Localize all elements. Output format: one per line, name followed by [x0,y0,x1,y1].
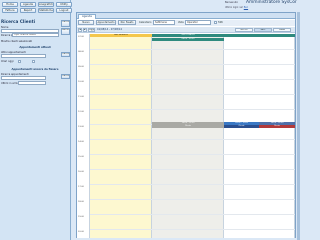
hour-line [90,94,295,95]
calendar-grid: 07:00 08:00 09:00 10:00 11:00 12:00 13:0… [77,34,295,238]
calendar-event[interactable]: 08:00 - 09:00 [152,38,224,41]
event-time: 08:00 - 09:00 [181,38,195,40]
appointments-count-input[interactable] [1,54,46,58]
hour-line [90,199,295,200]
hour-label: 15:00 [78,156,84,158]
hour-line [90,184,295,185]
day-column-header: Mer 06/08/14 [90,34,152,37]
event-subtitle: Cliente [224,125,259,128]
view-month-button[interactable]: Mese [273,28,291,32]
nav-home-button[interactable]: Home [2,2,18,7]
hour-line [90,139,295,140]
hour-line [90,79,295,80]
appointments-checkbox[interactable] [18,60,21,63]
hour-label: 10:00 [78,81,84,83]
hour-label: 17:00 [78,186,84,188]
hour-line [90,169,295,170]
mode-label: Calendario [139,21,152,24]
last-login-text: Ultimo login: ieri [225,6,244,9]
hour-label: 11:00 [78,96,84,98]
day-column-header: Gio 07/08/14 [152,34,224,37]
tab-agenda[interactable]: Agenda [78,14,96,19]
search-title: Ricerca Clienti [1,19,36,24]
appointments-check-label: Orari oggi [1,60,14,63]
not-fixed-button[interactable]: Non fissato [118,20,136,25]
hour-label: 20:00 [78,231,84,233]
all-checkbox[interactable] [214,21,217,24]
calendar-event[interactable]: 14:00 - 15:00 Cliente [259,122,295,128]
all-checkbox-label: Tutti [218,21,223,24]
calendar-event[interactable]: 14:00 - 15:00 Cliente [224,122,259,128]
nav-anagrafiche-button[interactable]: Anagrafiche [38,2,54,7]
hour-label: 19:00 [78,216,84,218]
nav-fatture-button[interactable]: Fatture [2,8,18,13]
hour-label: 07:00 [78,36,84,38]
hour-line [90,154,295,155]
tab-bar: Agenda [77,13,295,19]
future-appointments-search-button[interactable]: Cerca [61,74,70,79]
future-appointments-input[interactable] [1,76,46,80]
view-week-button[interactable]: Sett. [254,28,272,32]
hour-label: 12:00 [78,111,84,113]
appointment-button[interactable]: Appuntamento [96,20,116,25]
view-label: Vista [178,21,184,24]
calendar-event[interactable]: 14:00 - 15:00 Cliente [152,122,224,128]
nav-utility-button[interactable]: Utility [56,2,72,7]
future-last-input[interactable] [18,81,46,85]
user-info: Ultimo login: ieri Esci [225,6,248,9]
nav-statistiche-button[interactable]: Statistiche [38,8,54,13]
hour-line [90,49,295,50]
search-options-label: Mostra clienti selezionati [1,40,33,43]
mode-select[interactable]: Settimana [153,20,175,25]
hour-line [90,109,295,110]
welcome-label: Benvenuto [225,1,238,4]
nav-logout-button[interactable]: Logout [56,8,72,13]
hour-label: 14:00 [78,141,84,143]
left-panel: Home Agenda Anagrafiche Fatture Report S… [0,0,72,240]
search-type-select[interactable]: Tipo ricerca clienti [12,33,59,37]
hour-label: 08:00 [78,51,84,53]
hour-label: 13:00 [78,126,84,128]
agenda-toolbar: Nuovo Appuntamento Non fissato Calendari… [77,20,295,26]
exit-link[interactable]: Esci [244,6,248,9]
hours-column: 07:00 08:00 09:00 10:00 11:00 12:00 13:0… [77,34,90,238]
agenda-panel: Agenda Nuovo Appuntamento Non fissato Ca… [76,12,296,238]
event-subtitle: Cliente [259,125,295,128]
today-button[interactable]: Oggi [88,28,95,32]
calendar-header: ◄ ► Oggi 01/08/14 - 07/08/14 Giorno Sett… [77,27,295,33]
right-scroll-edge [297,12,300,240]
new-client-button[interactable]: Nuovo cliente [61,28,70,35]
view-select[interactable]: Operatori [185,20,211,25]
hour-label: 16:00 [78,171,84,173]
event-subtitle: Cliente [184,125,192,127]
calendar-title: 01/08/14 - 07/08/14 [97,28,122,31]
hour-line [90,64,295,65]
next-week-button[interactable]: ► [83,28,87,32]
prev-week-button[interactable]: ◄ [78,28,82,32]
future-last-label: Ultimi in arrivo [1,82,20,85]
nav-agenda-button[interactable]: Agenda [20,2,36,7]
hour-label: 09:00 [78,66,84,68]
future-appointments-title: Appuntamenti ancora da fissare [11,68,59,71]
nav-report-button[interactable]: Report [20,8,36,13]
appointments-title: Appuntamenti attuali [19,46,51,49]
appointments-search-button[interactable]: Cerca [61,52,70,57]
user-name: Amministratore SysCor [246,0,297,5]
view-day-button[interactable]: Giorno [235,28,253,32]
hour-line [90,214,295,215]
appointments-checkbox-2[interactable] [32,60,35,63]
new-button[interactable]: Nuovo [78,20,94,25]
hour-line [90,229,295,230]
day-column-header [224,34,295,37]
hour-label: 18:00 [78,201,84,203]
search-button[interactable]: Cerca [61,20,70,27]
